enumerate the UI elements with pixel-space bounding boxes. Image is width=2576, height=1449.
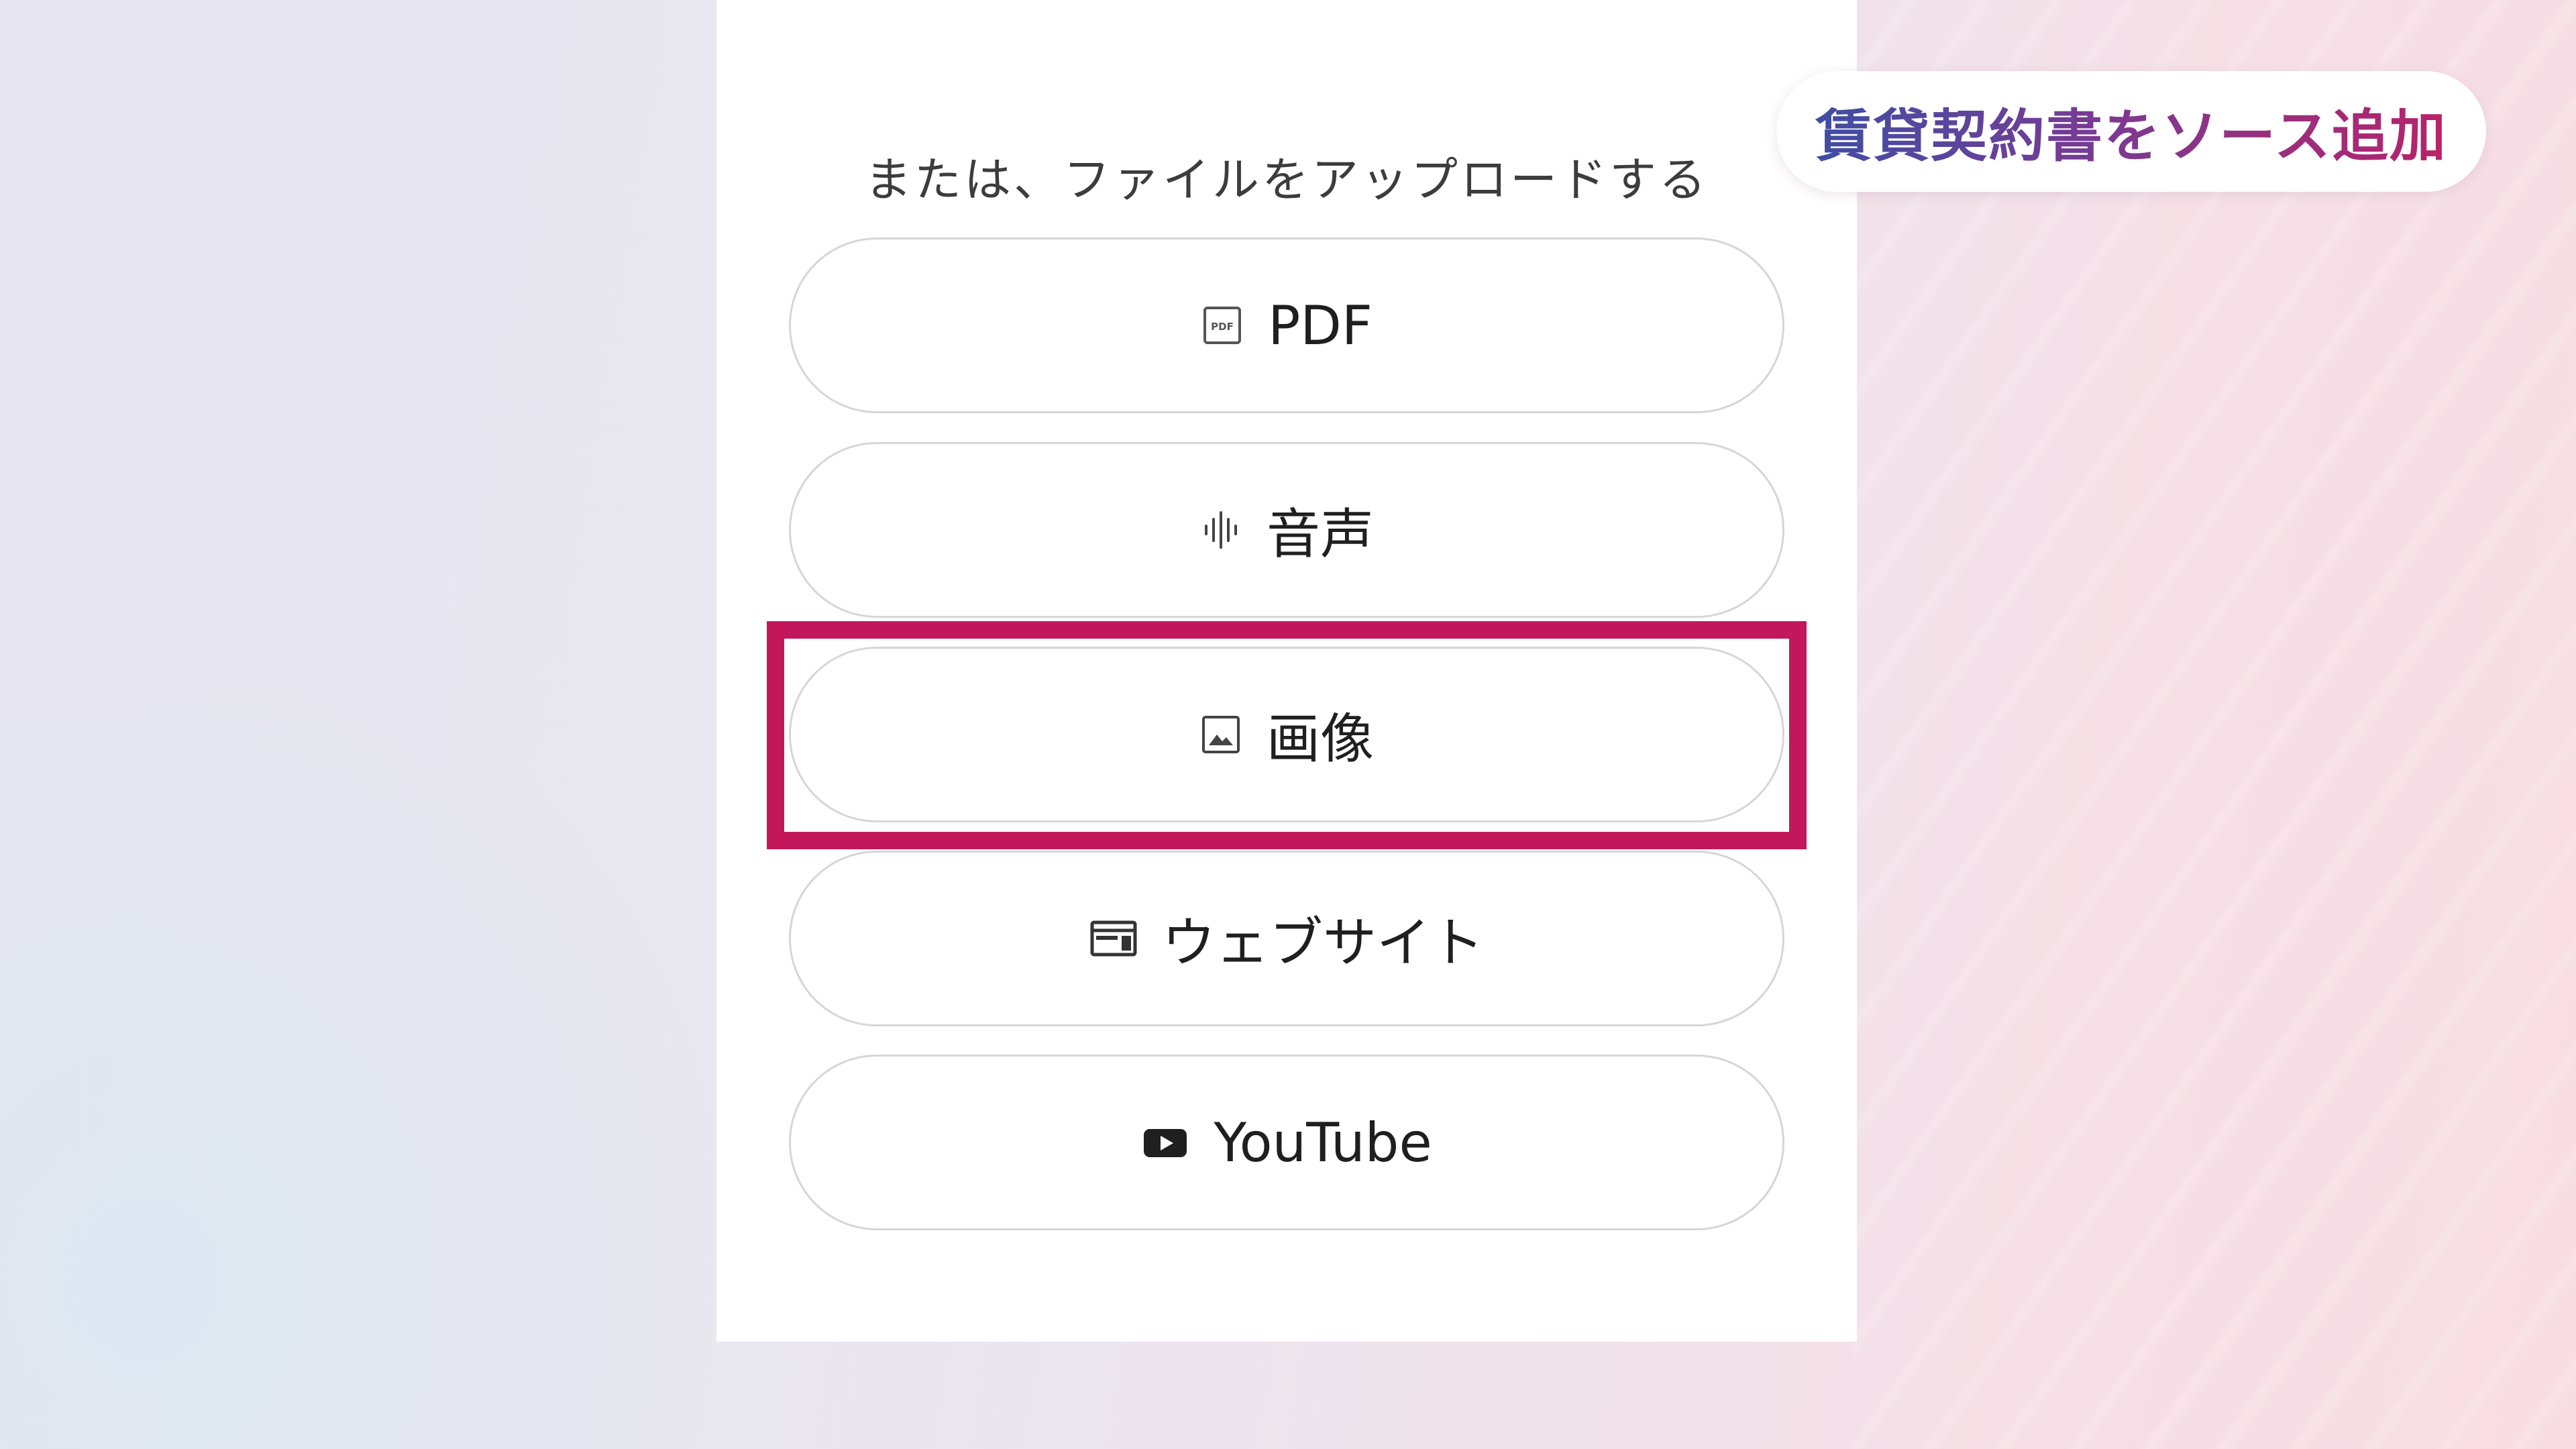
upload-pdf-label: PDF [1268,294,1373,357]
background-right-streaks [1851,0,2576,1449]
upload-image-label: 画像 [1267,708,1374,770]
background-left-glow [0,604,738,1449]
caption-text: 賃貸契約書をソース追加 [1815,91,2447,172]
website-icon [1089,917,1138,960]
upload-pdf-button[interactable]: PDF PDF [789,237,1784,413]
upload-section-title: または、ファイルをアップロードする [865,152,1709,207]
upload-audio-button[interactable]: 音声 [789,442,1784,618]
caption-badge: 賃貸契約書をソース追加 [1776,71,2486,192]
image-icon [1199,713,1242,756]
youtube-icon [1141,1121,1189,1164]
upload-image-button[interactable]: 画像 [789,647,1784,822]
svg-text:PDF: PDF [1211,321,1234,333]
upload-youtube-label: YouTube [1214,1111,1432,1174]
upload-website-button[interactable]: ウェブサイト [789,851,1784,1026]
upload-audio-label: 音声 [1267,503,1374,566]
audio-waveform-icon [1199,508,1242,551]
pdf-icon: PDF [1201,304,1244,347]
upload-youtube-button[interactable]: YouTube [789,1055,1784,1230]
upload-website-label: ウェブサイト [1162,912,1484,974]
